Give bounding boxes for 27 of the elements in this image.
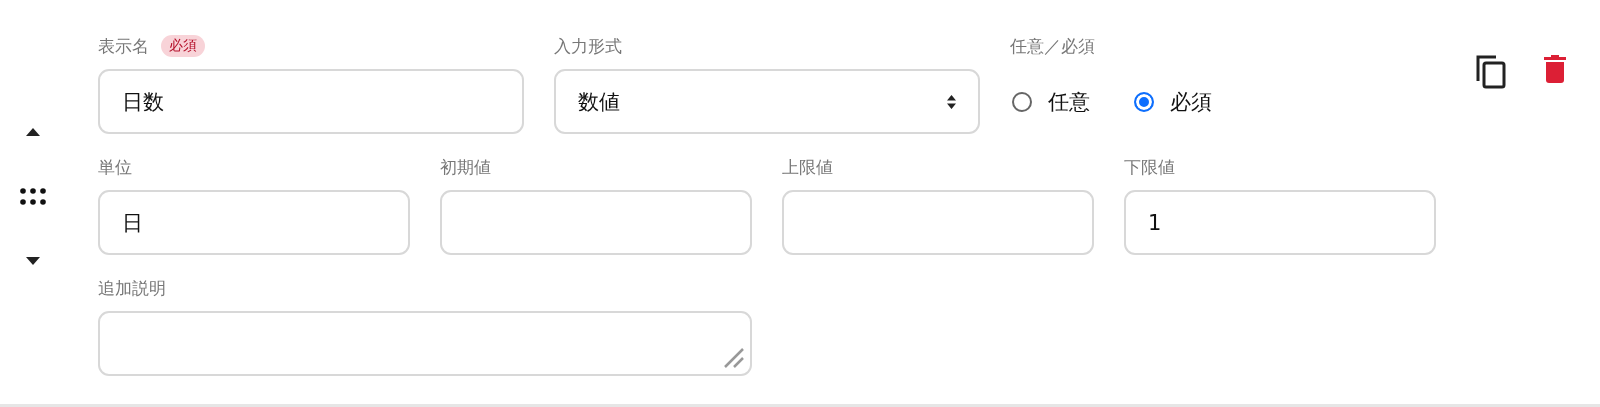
name-input-field[interactable]: 日数	[98, 69, 524, 134]
move-up-icon[interactable]	[26, 128, 40, 136]
input-field[interactable]	[440, 190, 752, 255]
textarea-field[interactable]	[98, 311, 752, 376]
radio-button[interactable]	[1134, 91, 1154, 112]
input-field[interactable]: 日	[98, 190, 410, 255]
select-field[interactable]: 数値	[554, 69, 980, 134]
sort-arrows-icon	[947, 94, 956, 109]
field-label: 表示名	[98, 34, 149, 58]
field-label: 単位	[98, 155, 132, 179]
input-field[interactable]	[782, 190, 1094, 255]
field-label: 下限値	[1124, 155, 1175, 179]
radio-button[interactable]	[1012, 91, 1032, 112]
drag-handle-icon[interactable]	[20, 188, 46, 205]
copy-icon[interactable]	[1476, 55, 1506, 89]
delete-icon[interactable]	[1544, 55, 1566, 83]
field-label: 上限値	[782, 155, 833, 179]
move-down-icon[interactable]	[26, 257, 40, 265]
radio-label[interactable]: 任意	[1048, 87, 1090, 116]
field-label: 初期値	[440, 155, 491, 179]
required-badge: 必須	[161, 35, 205, 57]
field-label: 追加説明	[98, 276, 166, 300]
input-field[interactable]: 1	[1124, 190, 1436, 255]
field-label: 任意／必須	[1010, 34, 1095, 58]
field-label: 入力形式	[554, 34, 622, 58]
resize-grip-icon[interactable]	[722, 346, 744, 368]
radio-label[interactable]: 必須	[1170, 87, 1212, 116]
